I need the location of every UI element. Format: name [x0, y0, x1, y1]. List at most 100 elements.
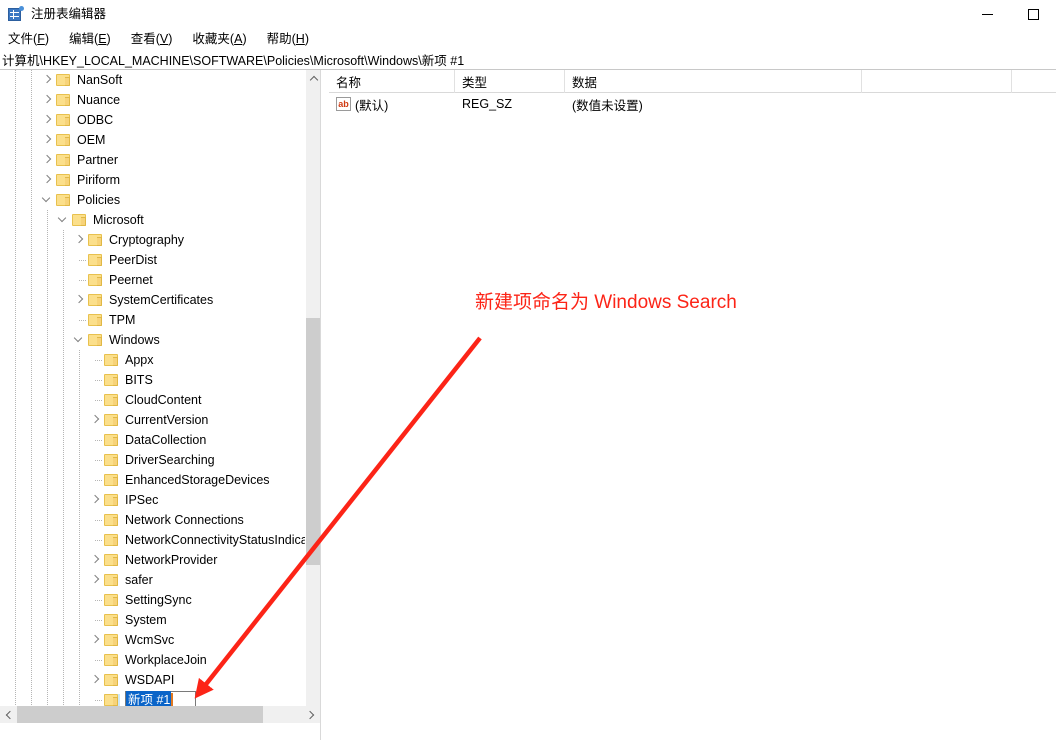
tree-item[interactable]: Partner: [0, 150, 305, 170]
tree-item-label: DriverSearching: [125, 453, 215, 467]
tree-leaf-spacer: [88, 510, 104, 530]
tree-item-label: CurrentVersion: [125, 413, 209, 427]
folder-icon: [104, 433, 120, 447]
minimize-button[interactable]: [964, 0, 1010, 28]
tree-item[interactable]: PeerDist: [0, 250, 305, 270]
tree-item[interactable]: Peernet: [0, 270, 305, 290]
tree-item[interactable]: ODBC: [0, 110, 305, 130]
tree-leaf-spacer: [88, 370, 104, 390]
tree-item[interactable]: CurrentVersion: [0, 410, 305, 430]
tree-item[interactable]: DriverSearching: [0, 450, 305, 470]
chevron-right-icon: [305, 710, 315, 719]
chevron-down-icon[interactable]: [72, 330, 88, 350]
chevron-right-icon[interactable]: [40, 170, 56, 190]
column-header-4[interactable]: [862, 70, 1012, 93]
tree-item[interactable]: OEM: [0, 130, 305, 150]
values-list[interactable]: ab (默认) REG_SZ (数值未设置): [329, 93, 1056, 740]
folder-icon: [88, 293, 104, 307]
tree-item[interactable]: WSDAPI: [0, 670, 305, 690]
chevron-right-icon[interactable]: [40, 110, 56, 130]
menu-item-1[interactable]: 文件(F): [0, 29, 59, 49]
tree-item-label: System: [125, 613, 167, 627]
folder-icon: [104, 593, 120, 607]
tree-item[interactable]: NetworkConnectivityStatusIndicator: [0, 530, 305, 550]
scroll-up-button[interactable]: [306, 70, 320, 87]
tree-item[interactable]: DataCollection: [0, 430, 305, 450]
tree-item[interactable]: TPM: [0, 310, 305, 330]
tree-item[interactable]: NetworkProvider: [0, 550, 305, 570]
pane-splitter[interactable]: [320, 70, 328, 740]
chevron-right-icon[interactable]: [40, 90, 56, 110]
address-bar[interactable]: 计算机\HKEY_LOCAL_MACHINE\SOFTWARE\Policies…: [0, 49, 1056, 70]
tree-item[interactable]: SystemCertificates: [0, 290, 305, 310]
chevron-down-icon[interactable]: [56, 210, 72, 230]
tree-item[interactable]: Piriform: [0, 170, 305, 190]
menu-accelerator-key: E: [98, 31, 107, 46]
menu-item-2[interactable]: 编辑(E): [59, 29, 121, 49]
tree-item[interactable]: Appx: [0, 350, 305, 370]
tree-item[interactable]: System: [0, 610, 305, 630]
tree-item[interactable]: CloudContent: [0, 390, 305, 410]
tree-item[interactable]: Policies: [0, 190, 305, 210]
folder-icon: [56, 93, 72, 107]
chevron-right-icon[interactable]: [88, 410, 104, 430]
tree-item[interactable]: NanSoft: [0, 70, 305, 90]
tree-item[interactable]: Network Connections: [0, 510, 305, 530]
column-header-2[interactable]: 类型: [455, 70, 565, 93]
chevron-right-icon[interactable]: [40, 150, 56, 170]
column-header-1[interactable]: 名称: [329, 70, 455, 93]
folder-icon: [88, 233, 104, 247]
tree-item-label: Piriform: [77, 173, 121, 187]
menu-item-4[interactable]: 收藏夹(A): [182, 29, 256, 49]
chevron-right-icon[interactable]: [72, 290, 88, 310]
tree-horizontal-scroll-thumb[interactable]: [17, 706, 263, 723]
chevron-right-icon[interactable]: [88, 550, 104, 570]
tree-vertical-scrollbar[interactable]: [305, 70, 320, 723]
tree-horizontal-scrollbar[interactable]: [0, 706, 320, 723]
scroll-left-button[interactable]: [0, 706, 17, 723]
registry-tree-viewport[interactable]: NanSoft Nuance ODBC OEM Partner Piriform Polic…: [0, 70, 305, 723]
tree-item[interactable]: Microsoft: [0, 210, 305, 230]
tree-item[interactable]: SettingSync: [0, 590, 305, 610]
tree-item[interactable]: Cryptography: [0, 230, 305, 250]
tree-item[interactable]: safer: [0, 570, 305, 590]
tree-item[interactable]: BITS: [0, 370, 305, 390]
tree-item[interactable]: IPSec: [0, 490, 305, 510]
chevron-down-icon[interactable]: [40, 190, 56, 210]
chevron-right-icon[interactable]: [88, 490, 104, 510]
chevron-right-icon[interactable]: [88, 670, 104, 690]
menu-item-3[interactable]: 查看(V): [121, 29, 183, 49]
tree-item[interactable]: EnhancedStorageDevices: [0, 470, 305, 490]
tree-item[interactable]: Nuance: [0, 90, 305, 110]
scroll-right-button[interactable]: [303, 706, 320, 723]
chevron-right-icon[interactable]: [88, 570, 104, 590]
title-bar[interactable]: 注册表编辑器: [0, 0, 1056, 28]
chevron-right-icon[interactable]: [40, 130, 56, 150]
chevron-right-icon[interactable]: [40, 70, 56, 90]
tree-leaf-spacer: [72, 310, 88, 330]
tree-item[interactable]: WcmSvc: [0, 630, 305, 650]
column-header-3[interactable]: 数据: [565, 70, 862, 93]
tree-item[interactable]: WorkplaceJoin: [0, 650, 305, 670]
table-row[interactable]: ab (默认) REG_SZ (数值未设置): [329, 93, 1056, 115]
maximize-button[interactable]: [1010, 0, 1056, 28]
menu-item-5[interactable]: 帮助(H): [257, 29, 319, 49]
folder-icon: [104, 653, 120, 667]
menu-bar: 文件(F) 编辑(E) 查看(V) 收藏夹(A) 帮助(H): [0, 28, 1056, 49]
folder-icon: [88, 273, 104, 287]
chevron-right-icon[interactable]: [88, 630, 104, 650]
tree-item-label: WcmSvc: [125, 633, 175, 647]
folder-icon: [56, 113, 72, 127]
value-data-cell: (数值未设置): [565, 95, 862, 114]
tree-item-label: DataCollection: [125, 433, 207, 447]
chevron-right-icon[interactable]: [72, 230, 88, 250]
tree-item-label: Partner: [77, 153, 118, 167]
tree-vertical-scroll-thumb[interactable]: [306, 318, 320, 565]
tree-item[interactable]: Windows: [0, 330, 305, 350]
